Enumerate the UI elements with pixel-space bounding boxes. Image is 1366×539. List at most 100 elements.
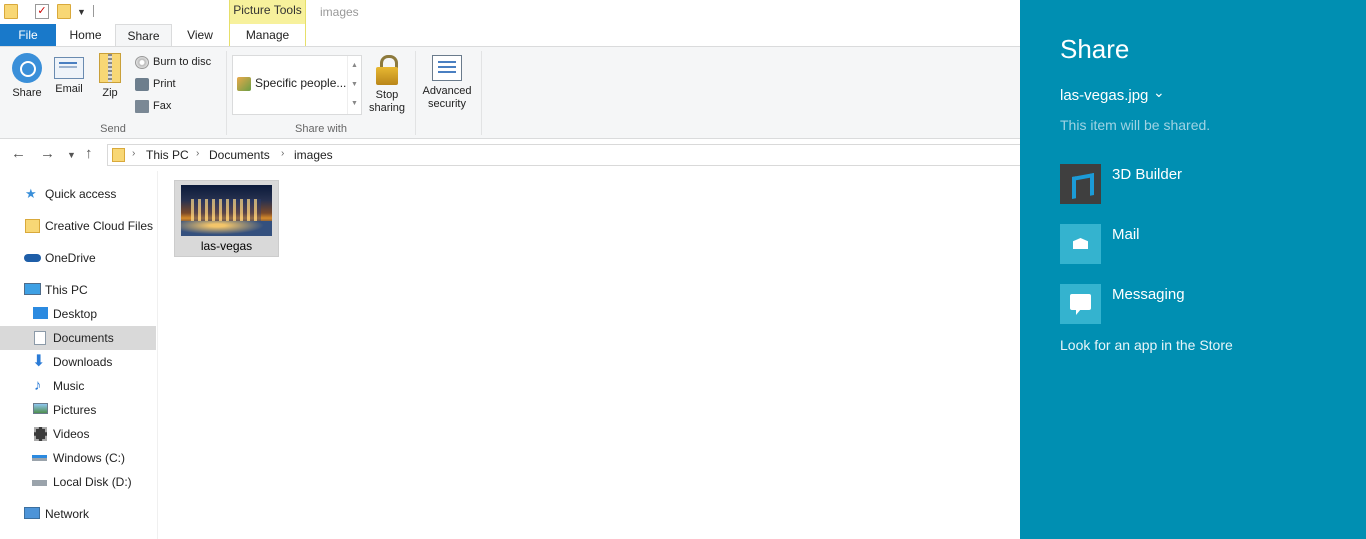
qat-divider — [93, 5, 94, 17]
app-label: 3D Builder — [1112, 166, 1183, 183]
desktop-icon — [33, 307, 48, 319]
tab-home[interactable]: Home — [56, 24, 115, 46]
ribbon: Share Email Zip Burn to disc Print Fax S… — [0, 46, 1020, 139]
print-button[interactable]: Print — [135, 76, 176, 94]
documents-icon — [34, 331, 46, 345]
customize-qat-chevron-icon[interactable]: ▼ — [77, 7, 86, 17]
nav-creative-cloud[interactable]: Creative Cloud Files — [0, 214, 156, 238]
expand-gallery-icon[interactable]: ▼ — [348, 94, 361, 113]
scroll-up-icon[interactable]: ▲ — [348, 56, 361, 75]
email-button[interactable]: Email — [52, 53, 86, 96]
drive-icon — [32, 480, 47, 486]
recent-locations-chevron-icon[interactable]: ▼ — [67, 150, 76, 160]
nav-label: Downloads — [53, 355, 113, 369]
zip-label: Zip — [102, 87, 118, 99]
advanced-security-label-1: Advanced — [422, 85, 472, 97]
share-icon — [12, 53, 42, 83]
fax-button[interactable]: Fax — [135, 98, 171, 116]
fax-icon — [135, 99, 149, 113]
folder-icon — [112, 148, 125, 162]
forward-arrow-icon[interactable]: → — [40, 145, 55, 162]
window-title: images — [320, 5, 359, 19]
people-icon — [237, 76, 251, 91]
ribbon-divider — [481, 51, 482, 135]
tab-file[interactable]: File — [0, 24, 56, 46]
stop-sharing-button[interactable]: Stop sharing — [365, 53, 409, 115]
navigation-pane: ★ Quick access Creative Cloud Files OneD… — [0, 171, 158, 539]
address-bar[interactable]: › This PC › Documents › images — [107, 144, 1020, 166]
nav-pictures[interactable]: Pictures — [0, 398, 156, 422]
nav-quick-access[interactable]: ★ Quick access — [0, 182, 156, 206]
advanced-security-button[interactable]: Advanced security — [419, 53, 475, 111]
app-label: Messaging — [1112, 286, 1185, 303]
creative-cloud-folder-icon — [25, 219, 40, 233]
nav-label: This PC — [45, 283, 88, 297]
back-arrow-icon[interactable]: ← — [11, 145, 26, 162]
3d-builder-icon — [1060, 164, 1101, 204]
tab-share[interactable]: Share — [115, 24, 172, 47]
chevron-right-icon[interactable]: › — [196, 148, 199, 159]
nav-label: Quick access — [45, 187, 117, 201]
nav-label: Network — [45, 507, 90, 521]
app-label: Mail — [1112, 226, 1140, 243]
share-target-3d-builder[interactable]: 3D Builder — [1060, 164, 1340, 204]
share-button[interactable]: Share — [8, 53, 46, 100]
pictures-icon — [33, 403, 48, 414]
zip-icon — [99, 53, 121, 83]
stop-sharing-label-2: sharing — [368, 102, 406, 114]
folder-icon[interactable] — [4, 4, 18, 19]
stop-sharing-label-1: Stop — [375, 89, 399, 101]
burn-to-disc-button[interactable]: Burn to disc — [135, 54, 211, 72]
tab-view[interactable]: View — [172, 24, 228, 46]
messaging-icon — [1060, 284, 1101, 324]
chevron-right-icon[interactable]: › — [281, 148, 284, 159]
share-target-messaging[interactable]: Messaging — [1060, 284, 1340, 324]
nav-downloads[interactable]: ⬇ Downloads — [0, 350, 156, 374]
image-thumbnail — [181, 185, 272, 236]
music-note-icon: ♪ — [34, 377, 42, 394]
up-arrow-icon[interactable]: ↑ — [85, 145, 93, 162]
scroll-down-icon[interactable]: ▼ — [348, 75, 361, 94]
videos-icon — [34, 427, 47, 441]
shared-file-name[interactable]: las-vegas.jpg — [1060, 87, 1148, 104]
drive-icon — [32, 455, 47, 461]
gallery-scroller[interactable]: ▲ ▼ ▼ — [347, 56, 361, 114]
chevron-right-icon[interactable]: › — [132, 148, 135, 159]
print-label: Print — [153, 78, 176, 90]
share-subtitle: This item will be shared. — [1060, 117, 1211, 133]
tab-manage[interactable]: Manage — [229, 24, 306, 46]
store-link[interactable]: Look for an app in the Store — [1060, 337, 1233, 353]
properties-icon[interactable]: ✓ — [35, 4, 49, 19]
nav-network[interactable]: Network — [0, 502, 156, 526]
nav-music[interactable]: ♪ Music — [0, 374, 156, 398]
file-name: las-vegas — [200, 239, 253, 253]
file-list[interactable]: las-vegas — [159, 171, 1020, 539]
send-group-label: Send — [100, 123, 126, 135]
share-with-gallery[interactable]: Specific people... ▲ ▼ ▼ — [232, 55, 362, 115]
picture-tools-group: Picture Tools — [229, 0, 306, 24]
specific-people-item[interactable]: Specific people... — [237, 76, 346, 91]
nav-onedrive[interactable]: OneDrive — [0, 246, 156, 270]
nav-local-d[interactable]: Local Disk (D:) — [0, 470, 156, 494]
share-target-mail[interactable]: Mail — [1060, 224, 1340, 264]
advanced-security-label-2: security — [428, 98, 466, 110]
breadcrumb-images[interactable]: images — [294, 148, 333, 162]
share-with-group-label: Share with — [295, 123, 347, 135]
nav-label: Pictures — [53, 403, 97, 417]
nav-this-pc[interactable]: This PC — [0, 278, 156, 302]
breadcrumb-documents[interactable]: Documents — [209, 148, 270, 162]
share-label: Share — [12, 87, 42, 99]
fax-label: Fax — [153, 100, 172, 112]
nav-desktop[interactable]: Desktop — [0, 302, 156, 326]
new-folder-icon[interactable] — [57, 4, 71, 19]
nav-videos[interactable]: Videos — [0, 422, 156, 446]
title-bar: ✓ ▼ Picture Tools images — [0, 0, 1020, 24]
chevron-down-icon[interactable]: ⌄ — [1153, 84, 1165, 101]
nav-documents[interactable]: Documents — [0, 326, 156, 350]
breadcrumb-this-pc[interactable]: This PC — [146, 148, 189, 162]
file-item[interactable]: las-vegas — [174, 180, 279, 257]
nav-windows-c[interactable]: Windows (C:) — [0, 446, 156, 470]
ribbon-divider — [415, 51, 416, 135]
email-label: Email — [55, 83, 83, 95]
zip-button[interactable]: Zip — [96, 53, 124, 100]
